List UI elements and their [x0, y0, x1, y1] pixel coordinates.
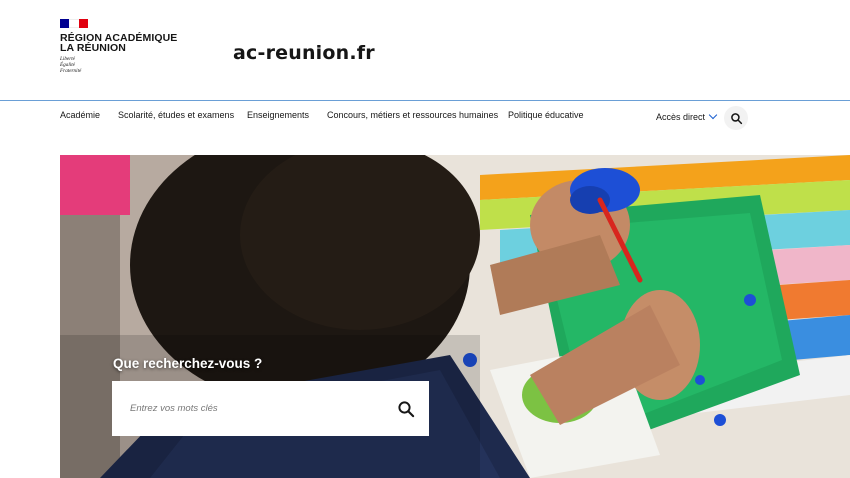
motto-fraternite: Fraternité: [60, 68, 82, 74]
nav-item-politique[interactable]: Politique éducative: [508, 110, 584, 120]
republic-motto: Liberté Égalité Fraternité: [60, 56, 200, 74]
chevron-down-icon: [708, 110, 718, 120]
region-logo[interactable]: RÉGION ACADÉMIQUE LA RÉUNION Liberté Éga…: [60, 19, 200, 74]
french-flag-icon: [60, 19, 88, 28]
nav-search-button[interactable]: [724, 106, 748, 130]
search-icon: [398, 401, 415, 418]
search-question-label: Que recherchez-vous ?: [113, 356, 263, 371]
nav-item-scolarite[interactable]: Scolarité, études et examens: [118, 110, 234, 120]
nav-item-enseignements[interactable]: Enseignements: [247, 110, 309, 120]
search-input[interactable]: [130, 399, 380, 417]
site-header: RÉGION ACADÉMIQUE LA RÉUNION Liberté Éga…: [0, 0, 850, 100]
region-name-line2: LA RÉUNION: [60, 42, 126, 54]
search-box: [112, 381, 429, 436]
site-title[interactable]: ac-reunion.fr: [233, 42, 375, 64]
nav-item-concours[interactable]: Concours, métiers et ressources humaines: [327, 110, 498, 120]
nav-item-academie[interactable]: Académie: [60, 110, 100, 120]
search-submit-button[interactable]: [394, 397, 418, 421]
main-navigation: Académie Scolarité, études et examens En…: [0, 101, 850, 131]
acces-direct-dropdown[interactable]: Accès direct: [656, 110, 718, 122]
acces-direct-label: Accès direct: [656, 112, 706, 122]
search-icon: [730, 112, 742, 124]
